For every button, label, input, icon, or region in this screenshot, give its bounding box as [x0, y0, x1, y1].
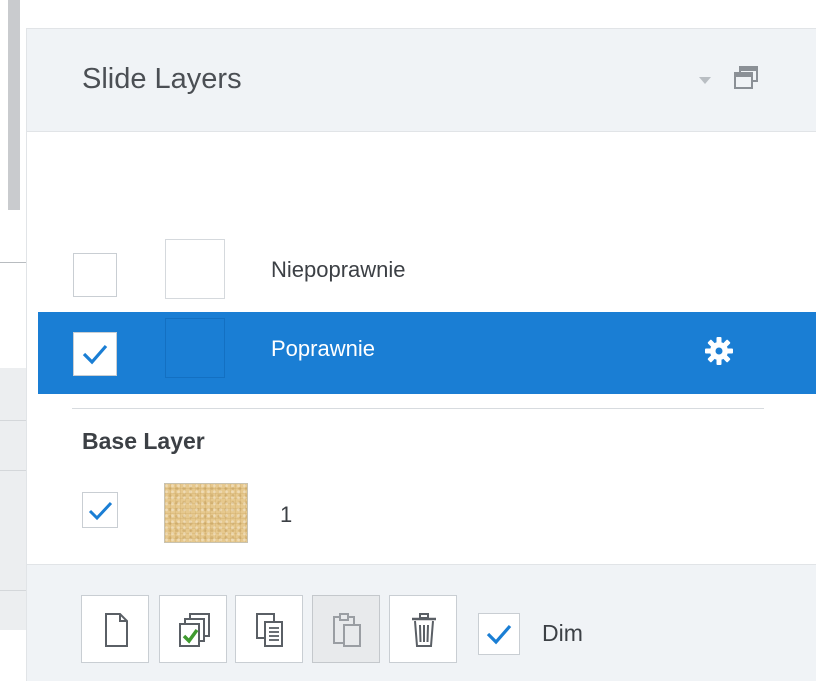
layer-thumbnail — [165, 318, 225, 378]
layer-label: Poprawnie — [271, 336, 375, 361]
restore-window-icon[interactable] — [733, 65, 759, 91]
paste-layer-icon — [333, 613, 361, 647]
divider — [0, 470, 26, 471]
divider — [0, 262, 26, 263]
base-layer-row[interactable]: 1 — [27, 483, 816, 553]
checkmark-icon — [88, 501, 113, 521]
layer-label: Niepoprawnie — [271, 257, 406, 282]
new-layer-button[interactable] — [81, 595, 149, 663]
trash-icon — [412, 613, 436, 647]
base-layer-visibility-checkbox[interactable] — [82, 492, 118, 528]
dim-checkbox[interactable] — [478, 613, 520, 655]
divider — [0, 590, 26, 591]
checkmark-icon — [486, 624, 512, 645]
duplicate-layer-icon — [179, 613, 210, 647]
layer-row-niepoprawnie[interactable]: Niepoprawnie — [38, 233, 816, 315]
checkmark-icon — [82, 344, 108, 365]
delete-layer-button[interactable] — [389, 595, 457, 663]
base-layer-thumbnail — [164, 483, 248, 543]
base-layer-title: Base Layer — [82, 428, 205, 454]
paste-layer-button[interactable] — [312, 595, 380, 663]
divider — [72, 408, 764, 409]
gear-icon[interactable] — [702, 334, 736, 368]
panel-title: Slide Layers — [82, 63, 242, 95]
copy-layer-button[interactable] — [235, 595, 303, 663]
layer-visibility-checkbox[interactable] — [73, 253, 117, 297]
copy-layer-icon — [256, 613, 283, 647]
screen: Slide Layers Niepoprawnie Poprawnie Base… — [0, 0, 816, 681]
layer-visibility-checkbox[interactable] — [73, 332, 117, 376]
adjacent-panel-edge — [0, 0, 26, 681]
panel-header: Slide Layers — [27, 28, 816, 132]
layer-row-poprawnie[interactable]: Poprawnie — [38, 312, 816, 394]
dim-label: Dim — [542, 620, 583, 646]
layers-toolbar: Dim — [27, 564, 816, 681]
slide-layers-panel: Slide Layers Niepoprawnie Poprawnie Base… — [26, 28, 816, 681]
chevron-down-icon[interactable] — [695, 73, 715, 89]
duplicate-layer-button[interactable] — [159, 595, 227, 663]
base-layer-label: 1 — [280, 502, 293, 527]
scrollbar-thumb[interactable] — [8, 0, 20, 210]
divider — [0, 420, 26, 421]
layer-thumbnail — [165, 239, 225, 299]
new-layer-icon — [105, 613, 128, 647]
